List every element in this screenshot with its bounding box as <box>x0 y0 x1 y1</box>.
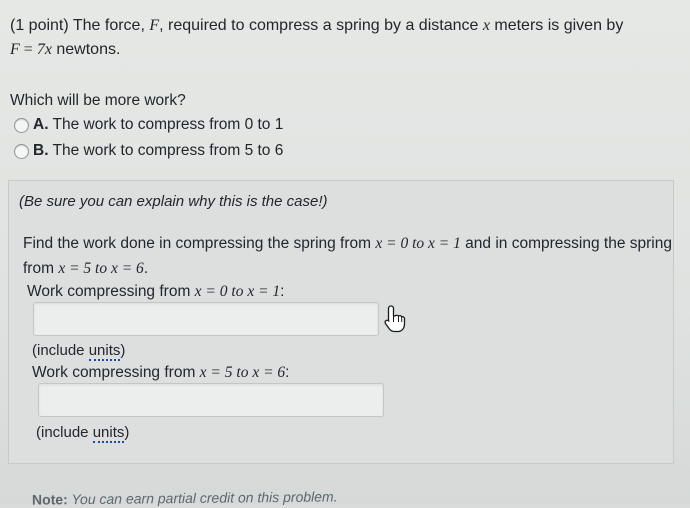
units-link-1[interactable]: units <box>88 342 121 361</box>
work-label-1-range: x = 0 to x = 1 <box>194 283 281 300</box>
equation-unit: newtons. <box>51 41 121 58</box>
work-label-1-suffix: : <box>280 283 285 300</box>
equation-lhs: F <box>10 41 20 58</box>
hand-pointer-icon <box>384 305 406 333</box>
hint-text: (Be sure you can explain why this is the… <box>19 193 328 210</box>
problem-container: (1 point) The force, F, required to comp… <box>0 0 690 508</box>
radio-unselected-icon[interactable] <box>14 143 29 159</box>
find-range-2: x = 5 to x = 6 <box>58 260 144 277</box>
partial-credit-note: Note: You can earn partial credit on thi… <box>32 488 338 507</box>
question-text: Which will be more work? <box>10 92 186 109</box>
units-link-2[interactable]: units <box>92 424 125 443</box>
statement-suffix: meters is given by <box>489 17 624 34</box>
choice-b[interactable]: B. The work to compress from 5 to 6 <box>14 142 283 160</box>
choice-a-letter: A. <box>33 116 49 133</box>
work-label-1-prefix: Work compressing from <box>27 283 195 300</box>
choice-b-text: The work to compress from 5 to 6 <box>52 142 284 159</box>
equation-equals: = <box>19 41 37 58</box>
include-suffix-2: ) <box>124 424 130 441</box>
choice-a-text: The work to compress from 0 to 1 <box>52 116 284 133</box>
work-label-2-range: x = 5 to x = 6 <box>199 364 286 381</box>
find-prefix: Find the work done in compressing the sp… <box>23 235 376 252</box>
find-range-1: x = 0 to x = 1 <box>375 235 461 252</box>
include-prefix-2: (include <box>36 424 93 441</box>
problem-statement: (1 point) The force, F, required to comp… <box>10 14 686 62</box>
choice-a[interactable]: A. The work to compress from 0 to 1 <box>14 116 283 134</box>
work-answer-input-2[interactable] <box>38 383 384 417</box>
work-label-1: Work compressing from x = 0 to x = 1: <box>27 283 284 301</box>
include-units-note-2: (include units) <box>36 424 130 443</box>
radio-unselected-icon[interactable] <box>14 117 29 133</box>
statement-mid: , required to compress a spring by a dis… <box>159 17 483 34</box>
work-label-2-prefix: Work compressing from <box>32 364 200 381</box>
choice-b-letter: B. <box>33 142 49 159</box>
include-prefix-1: (include <box>32 342 89 359</box>
note-label: Note: <box>31 491 68 508</box>
distance-symbol: x <box>482 17 490 34</box>
statement-prefix: (1 point) The force, <box>10 17 150 34</box>
include-units-note-1: (include units) <box>32 342 126 361</box>
work-label-2-suffix: : <box>285 364 290 381</box>
note-text: You can earn partial credit on this prob… <box>67 488 338 508</box>
find-work-text: Find the work done in compressing the sp… <box>23 231 673 281</box>
work-answer-input-1[interactable] <box>33 302 379 336</box>
force-symbol: F <box>149 17 160 34</box>
equation-rhs: 7x <box>36 41 52 58</box>
find-end: . <box>143 260 149 277</box>
include-suffix-1: ) <box>120 342 126 359</box>
work-label-2: Work compressing from x = 5 to x = 6: <box>32 364 289 382</box>
